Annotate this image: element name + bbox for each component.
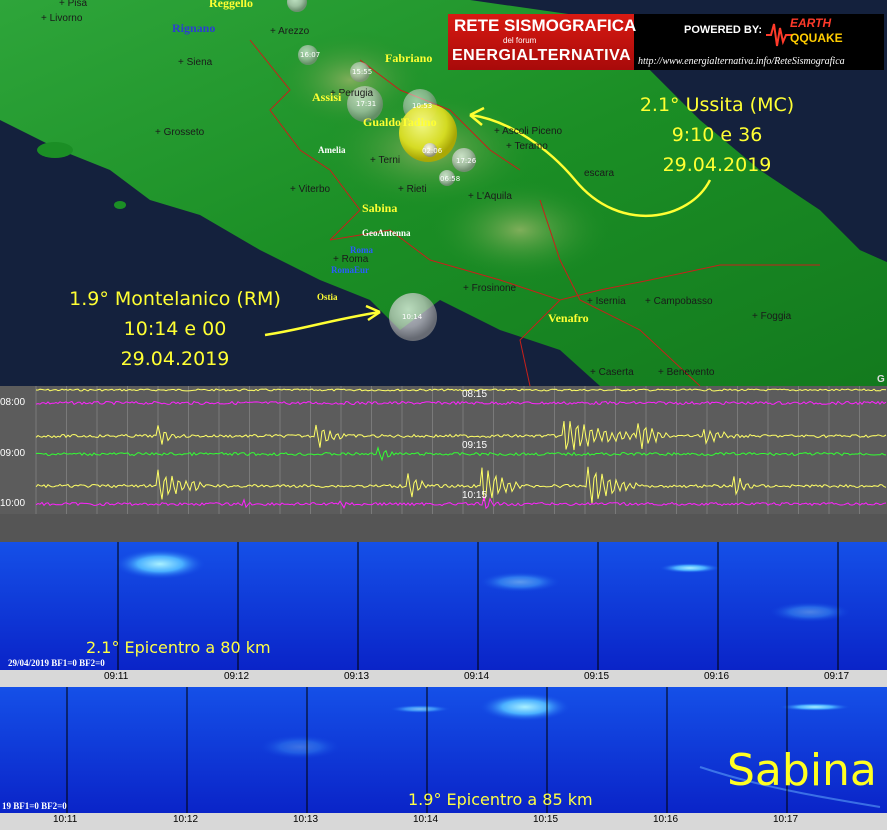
tick-label: 10:13 (293, 814, 319, 825)
tick-label: 09:15 (584, 671, 610, 682)
tick-label: 10:17 (773, 814, 799, 825)
station-amelia: Amelia (318, 145, 346, 155)
city-label: escara (584, 168, 615, 179)
station-rignano: Rignano (172, 21, 216, 35)
seismo-wave-icon (766, 23, 792, 47)
quake-time: 16:07 (300, 51, 321, 59)
city-label: + Terni (370, 155, 401, 166)
time-mark: 08:15 (462, 389, 488, 400)
city-label: + Pisa (59, 0, 88, 9)
quake-time: 10:14 (402, 313, 423, 321)
tick-label: 10:16 (653, 814, 679, 825)
annotation-line: 1.9° Montelanico (RM) (69, 288, 281, 310)
quake-time: 17:31 (356, 100, 377, 108)
station-reggello: Reggello (209, 0, 253, 10)
brand-bottom: QQUAKE (790, 31, 843, 45)
quake-time: 02:06 (422, 147, 443, 155)
city-label: + Teramo (506, 141, 548, 152)
annotation-montelanico: 1.9° Montelanico (RM) 10:14 e 00 29.04.2… (50, 284, 300, 374)
seismic-trace (35, 400, 887, 406)
city-label: + Benevento (658, 367, 715, 378)
station-venafro: Venafro (548, 311, 589, 325)
city-label: + Ascoli Piceno (494, 126, 563, 137)
seismogram-panel: 08:00 09:00 10:00 08:15 09:15 10:15 (0, 386, 887, 542)
seismogram-traces (0, 386, 887, 542)
tick-label: 10:14 (413, 814, 439, 825)
seismic-trace (35, 445, 887, 462)
annotation-line: 29.04.2019 (120, 348, 230, 370)
network-logo[interactable]: RETE SISMOGRAFICA del forum ENERGIALTERN… (448, 14, 884, 70)
logo-title: RETE SISMOGRAFICA (454, 16, 637, 35)
annotation-line: 29.04.2019 (662, 154, 772, 176)
hour-label: 09:00 (0, 448, 26, 459)
station-fabriano: Fabriano (385, 51, 433, 65)
hour-label: 10:00 (0, 498, 26, 509)
city-label: + L'Aquila (468, 191, 512, 202)
corner-label: G (877, 374, 885, 385)
time-axis: 10:11 10:12 10:13 10:14 10:15 10:16 10:1… (0, 813, 887, 830)
city-label: + Rieti (398, 184, 427, 195)
quake-time: 10:53 (412, 102, 433, 110)
city-label: + Grosseto (155, 127, 205, 138)
time-mark: 09:15 (462, 440, 488, 451)
spectrogram-montelanico: Sabina 1.9° Epicentro a 85 km 19 BF1=0 B… (0, 687, 887, 830)
annotation-line: 9:10 e 36 (671, 124, 763, 146)
city-label: + Arezzo (270, 26, 310, 37)
station-gualdotadino: GualdoTadino (363, 115, 437, 129)
tick-label: 09:11 (104, 671, 129, 682)
city-label: + Siena (178, 57, 213, 68)
logo-url-link[interactable]: http://www.energialternativa.info/ReteSi… (638, 56, 845, 67)
tick-label: 10:12 (173, 814, 199, 825)
city-label: + Foggia (752, 311, 792, 322)
spectrogram-info: 29/04/2019 BF1=0 BF2=0 (8, 658, 105, 668)
spectrogram-ussita: 2.1° Epicentro a 80 km 29/04/2019 BF1=0 … (0, 542, 887, 687)
seismic-trace (35, 421, 887, 451)
city-label: + Campobasso (645, 296, 713, 307)
tick-label: 09:13 (344, 671, 370, 682)
time-axis: 09:11 09:12 09:13 09:14 09:15 09:16 09:1… (0, 670, 887, 687)
tick-label: 09:12 (224, 671, 250, 682)
city-label: + Roma (333, 254, 369, 265)
city-label: + Caserta (590, 367, 634, 378)
city-label: + Isernia (587, 296, 626, 307)
spectrogram-title: 2.1° Epicentro a 80 km (86, 638, 271, 657)
tick-label: 10:11 (53, 814, 78, 825)
spectrogram-title: 1.9° Epicentro a 85 km (408, 790, 593, 809)
annotation-line: 10:14 e 00 (123, 318, 227, 340)
seismic-trace (35, 496, 887, 510)
station-assisi: Assisi (312, 90, 342, 104)
logo-subtitle: del forum (503, 36, 537, 45)
quake-time: 17:26 (456, 157, 477, 165)
tick-label: 09:16 (704, 671, 730, 682)
city-label: + Viterbo (290, 184, 331, 195)
tick-label: 09:14 (464, 671, 490, 682)
annotation-ussita: 2.1° Ussita (MC) 9:10 e 36 29.04.2019 (617, 90, 817, 180)
quake-time: 15:55 (352, 68, 373, 76)
tick-label: 10:15 (533, 814, 559, 825)
station-geoantenna: GeoAntenna (362, 228, 411, 238)
quake-time: 06:58 (440, 175, 461, 183)
seismic-trace (35, 466, 887, 504)
tick-label: 09:17 (824, 671, 850, 682)
station-sabina: Sabina (362, 201, 398, 215)
hour-label: 08:00 (0, 397, 26, 408)
station-name-label: Sabina (727, 745, 877, 796)
station-roma: Roma (350, 245, 373, 255)
powered-by-label: POWERED BY: (684, 24, 763, 36)
seismic-trace (35, 388, 887, 392)
logo-forum: ENERGIALTERNATIVA (452, 47, 632, 64)
time-mark: 10:15 (462, 490, 488, 501)
epicenter-map: 16:07 15:55 17:31 10:53 02:06 17:26 06:5… (0, 0, 887, 386)
annotation-line: 2.1° Ussita (MC) (639, 94, 795, 116)
trace-footer (0, 514, 887, 542)
spectrogram-info: 19 BF1=0 BF2=0 (2, 801, 67, 811)
brand-top: EARTH (790, 16, 832, 30)
station-ostia: Ostia (317, 292, 338, 302)
station-romaeur: RomaEur (331, 265, 369, 275)
city-label: + Livorno (41, 13, 83, 24)
city-label: + Frosinone (463, 283, 517, 294)
